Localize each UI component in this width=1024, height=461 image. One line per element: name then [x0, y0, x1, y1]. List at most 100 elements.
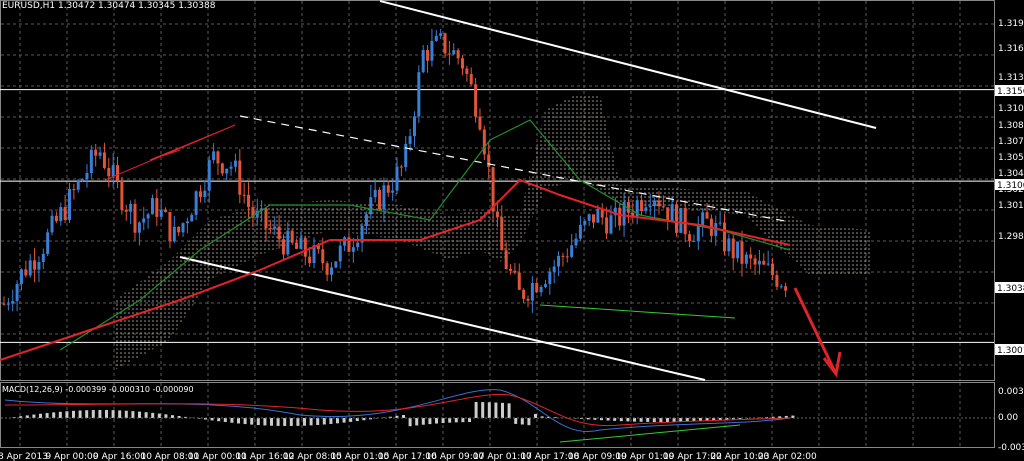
candle-body	[133, 203, 137, 233]
candle-body	[478, 116, 482, 130]
channel-upper	[379, 0, 877, 129]
macd-bar	[666, 418, 669, 422]
candle-body	[330, 267, 333, 275]
candle-body	[212, 151, 216, 161]
price-tag: 1.30012	[995, 344, 1024, 356]
macd-bar	[144, 412, 148, 418]
candle-body	[701, 212, 705, 226]
candle-body	[408, 136, 412, 144]
candle-body	[225, 168, 229, 174]
candle-body	[395, 166, 399, 191]
macd-divergence-line	[559, 424, 741, 443]
price-tag-label: 1.30388	[997, 284, 1024, 294]
green-divergence-line	[539, 304, 736, 319]
macd-bar	[243, 418, 247, 425]
candle-body	[238, 160, 242, 195]
candle-body	[495, 211, 499, 218]
macd-bar	[58, 411, 62, 418]
candle-body	[657, 200, 661, 207]
candle-body	[107, 167, 111, 177]
candle-body	[124, 209, 128, 212]
candle-body	[19, 269, 23, 284]
price-label: 1.31050	[998, 104, 1024, 114]
candle-body	[543, 284, 547, 287]
macd-bar	[408, 418, 412, 427]
candle-body	[76, 180, 80, 190]
candle-body	[548, 271, 552, 285]
candle-body	[94, 149, 98, 156]
macd-axis-label: -0.00347	[998, 443, 1024, 453]
candle-body	[749, 254, 753, 259]
candle-body	[216, 151, 220, 164]
candle-body	[412, 116, 416, 137]
macd-bar	[646, 418, 650, 422]
price-label: 1.30435	[998, 169, 1024, 179]
macd-bar	[223, 418, 227, 423]
macd-bar	[672, 418, 676, 422]
candle-body	[670, 204, 674, 221]
macd-bar	[124, 410, 128, 418]
candle-body	[430, 40, 434, 61]
candle-body	[129, 203, 133, 212]
candle-body	[338, 245, 342, 262]
candle-body	[688, 234, 692, 242]
macd-bar	[105, 410, 108, 418]
macd-bar	[534, 413, 537, 418]
candle-body	[434, 35, 438, 41]
candle-body	[85, 173, 89, 180]
candle-body	[474, 84, 478, 117]
candle-body	[775, 275, 779, 287]
candle-body	[644, 207, 648, 212]
candle-body	[661, 206, 665, 208]
candle-body	[286, 230, 290, 255]
macd-bar	[39, 413, 42, 418]
candle-body	[50, 215, 54, 233]
candle-body	[539, 286, 543, 293]
macd-bar	[428, 418, 432, 425]
candle-body	[526, 298, 530, 301]
candle-body	[583, 220, 587, 225]
macd-bar	[289, 418, 293, 426]
candle-body	[247, 194, 251, 208]
macd-bar	[514, 418, 518, 424]
macd-bar	[639, 418, 643, 422]
candle-body	[648, 206, 652, 208]
macd-bar	[336, 418, 339, 424]
candle-body	[54, 215, 58, 222]
candle-body	[277, 226, 281, 240]
macd-bar	[448, 418, 452, 423]
candle-body	[373, 189, 377, 198]
candle-body	[37, 262, 41, 270]
macd-axis-label: 0.00342	[998, 387, 1024, 397]
candle-body	[164, 209, 168, 212]
macd-bar	[32, 414, 36, 418]
time-label: 9 Apr 00:00	[46, 452, 99, 461]
macd-bar	[316, 418, 320, 425]
candle-body	[89, 149, 93, 174]
candle-body	[24, 269, 28, 276]
macd-bar	[421, 418, 425, 425]
candle-body	[784, 286, 788, 291]
macd-bar	[91, 410, 95, 418]
macd-bar	[468, 418, 471, 423]
candle-body	[718, 222, 722, 224]
candle-body	[504, 250, 508, 269]
price-tag-label: 1.31005	[997, 181, 1024, 191]
candle-body	[762, 260, 766, 265]
candle-body	[28, 260, 32, 276]
price-tag: 1.31005	[995, 179, 1024, 191]
candle-body	[81, 179, 85, 181]
candle-body	[72, 188, 76, 190]
candle-body	[120, 180, 124, 210]
price-label: 1.30740	[998, 137, 1024, 147]
candle-body	[321, 249, 325, 264]
candles	[2, 28, 788, 313]
candle-body	[378, 189, 382, 210]
macd-bar	[138, 411, 141, 418]
macd-panel	[1, 389, 994, 443]
candle-body	[281, 239, 285, 255]
candle-body	[334, 261, 338, 268]
candle-body	[273, 226, 277, 229]
candle-body	[574, 238, 578, 246]
candle-body	[557, 255, 561, 267]
